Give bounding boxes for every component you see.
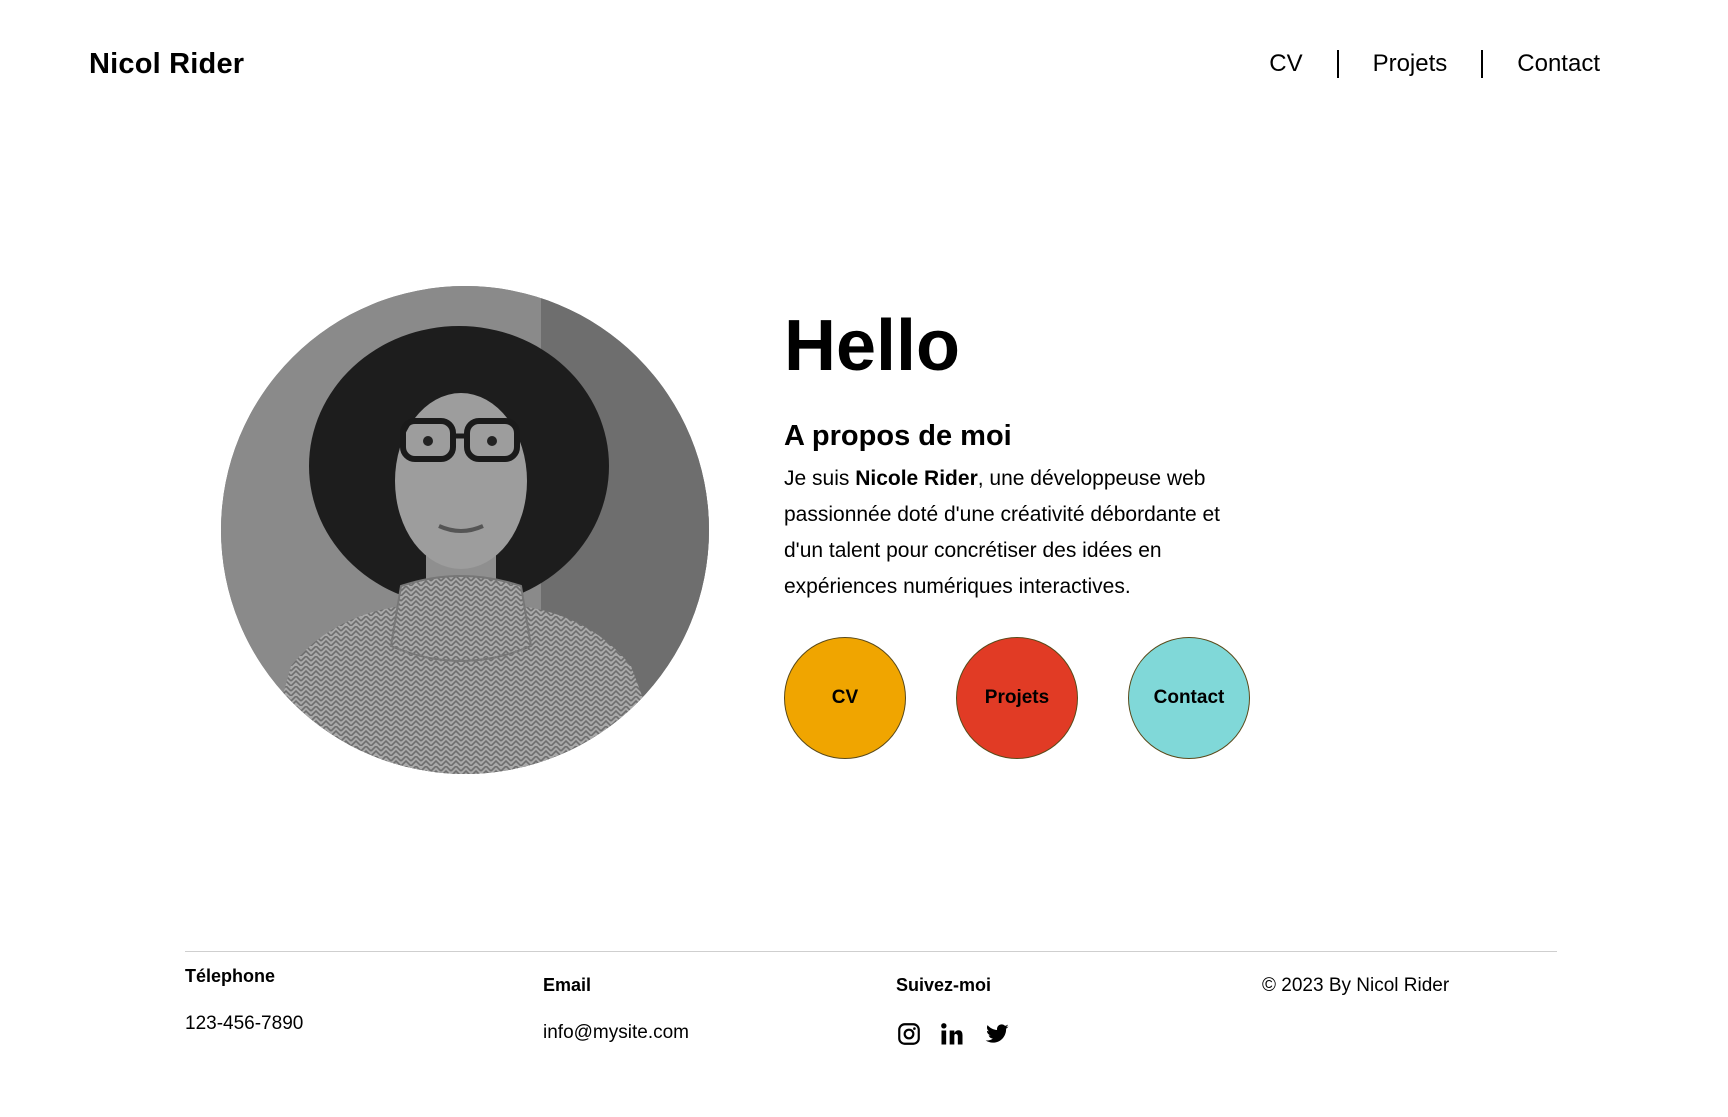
top-nav: CV Projets Contact: [1269, 50, 1600, 78]
projets-circle-button[interactable]: Projets: [956, 637, 1078, 759]
contact-circle-button[interactable]: Contact: [1128, 637, 1250, 759]
linkedin-icon[interactable]: [938, 1020, 966, 1048]
footer-divider: [185, 951, 1557, 952]
about-intro: Je suis: [784, 467, 856, 490]
social-label: Suivez-moi: [896, 975, 992, 995]
hero-content: Hello A propos de moi Je suis Nicole Rid…: [784, 300, 1264, 605]
profile-photo: [221, 286, 709, 774]
nav-separator: [1336, 50, 1339, 78]
twitter-icon[interactable]: [982, 1020, 1012, 1048]
footer-social: Suivez-moi: [896, 975, 1012, 1048]
phone-value[interactable]: 123-456-7890: [185, 1013, 303, 1035]
site-title[interactable]: Nicol Rider: [89, 48, 244, 81]
nav-cv[interactable]: CV: [1269, 50, 1302, 78]
nav-projets[interactable]: Projets: [1373, 50, 1448, 78]
phone-label: Télephone: [185, 966, 276, 986]
footer-copyright: © 2023 By Nicol Rider: [1262, 975, 1450, 996]
social-icons: [896, 1020, 1012, 1048]
footer-email: Email info@mysite.com: [543, 975, 689, 1044]
circle-buttons: CV Projets Contact: [784, 637, 1250, 759]
nav-separator: [1481, 50, 1484, 78]
nav-contact[interactable]: Contact: [1517, 50, 1600, 78]
page: Nicol Rider CV Projets Contact Hello A p…: [0, 0, 1728, 1117]
hero-heading: Hello: [784, 306, 961, 386]
footer-phone: Télephone 123-456-7890: [185, 966, 303, 1035]
about-text: Je suis Nicole Rider, une développeuse w…: [784, 461, 1264, 605]
about-title: A propos de moi: [784, 420, 1012, 452]
instagram-icon[interactable]: [896, 1021, 922, 1047]
email-label: Email: [543, 975, 592, 995]
email-value[interactable]: info@mysite.com: [543, 1022, 689, 1044]
about-name: Nicole Rider: [855, 467, 978, 490]
cv-circle-button[interactable]: CV: [784, 637, 906, 759]
